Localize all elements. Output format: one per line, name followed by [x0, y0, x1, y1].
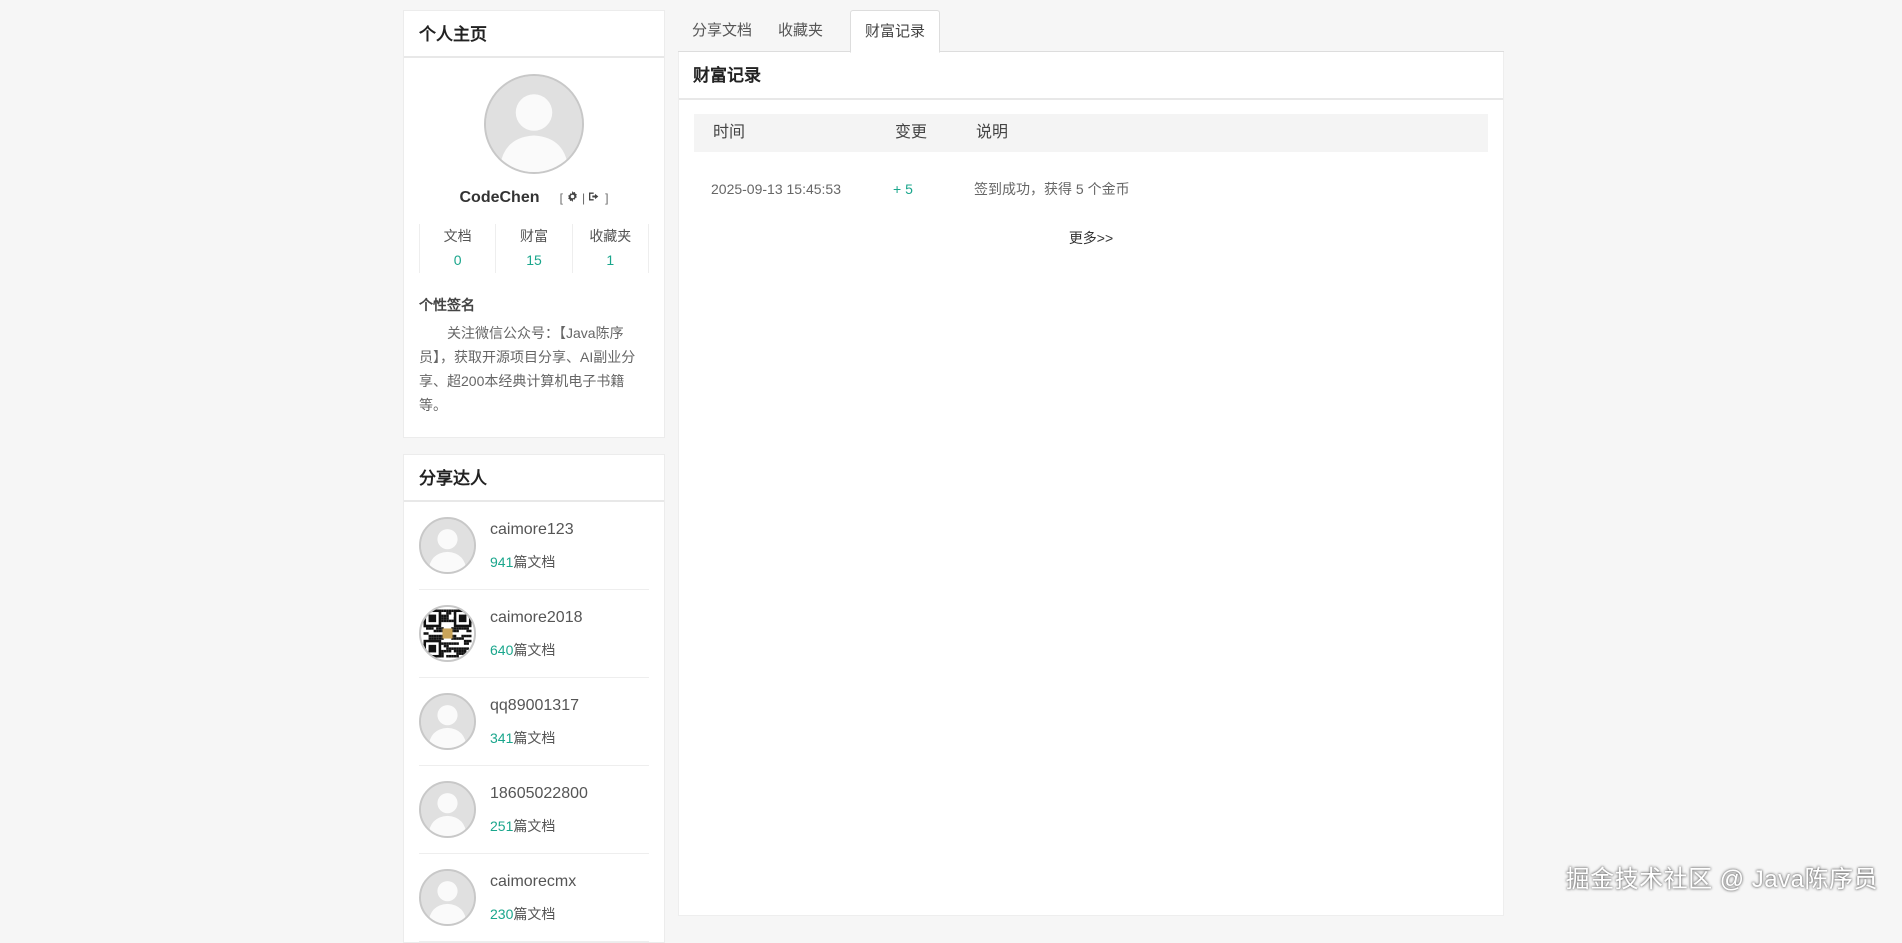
- sharer-count-number: 941: [490, 554, 513, 570]
- sharer-avatar[interactable]: [419, 781, 476, 838]
- sharer-avatar[interactable]: [419, 869, 476, 926]
- sharer-info: caimore2018 640篇文档: [490, 608, 583, 660]
- stat-value: 1: [573, 251, 648, 269]
- sharer-doc-count: 640篇文档: [490, 640, 583, 660]
- name-row: CodeChen [ | ]: [419, 188, 649, 208]
- gear-icon[interactable]: [567, 188, 578, 208]
- sharers-panel: 分享达人 caimore123941篇文档caimore2018640篇文档qq…: [403, 454, 665, 943]
- tab-bar: 分享文档 收藏夹 财富记录: [678, 10, 1504, 52]
- sharer-count-unit: 篇文档: [513, 906, 555, 922]
- column-header-time: 时间: [713, 114, 745, 152]
- stat-wealth[interactable]: 财富 15: [496, 224, 572, 273]
- sharer-info: caimore123 941篇文档: [490, 520, 574, 572]
- sharer-count-number: 640: [490, 642, 513, 658]
- stat-value: 0: [420, 251, 495, 269]
- profile-panel-title: 个人主页: [404, 11, 664, 58]
- profile-panel: 个人主页 CodeChen [ | ] 文档 0: [403, 10, 665, 438]
- table-header: 时间 变更 说明: [694, 114, 1488, 152]
- stat-label: 财富: [496, 227, 571, 245]
- stat-value: 15: [496, 251, 571, 269]
- sharer-count-unit: 篇文档: [513, 730, 555, 746]
- sharer-name[interactable]: caimore2018: [490, 608, 583, 628]
- default-avatar-icon: [486, 76, 582, 172]
- sharer-avatar[interactable]: [419, 693, 476, 750]
- column-header-change: 变更: [895, 114, 927, 152]
- sharer-count-unit: 篇文档: [513, 818, 555, 834]
- stat-label: 收藏夹: [573, 227, 648, 245]
- sign-out-icon[interactable]: [589, 188, 601, 208]
- sharer-count-number: 230: [490, 906, 513, 922]
- more-link[interactable]: 更多>>: [679, 228, 1503, 248]
- sharer-name[interactable]: qq89001317: [490, 696, 579, 716]
- sharer-list: caimore123941篇文档caimore2018640篇文档qq89001…: [404, 502, 664, 942]
- signature-title: 个性签名: [419, 295, 649, 315]
- left-column: 个人主页 CodeChen [ | ] 文档 0: [403, 10, 665, 943]
- list-item[interactable]: caimorecmx 230篇文档: [419, 854, 649, 942]
- sharer-count-unit: 篇文档: [513, 642, 555, 658]
- sharer-doc-count: 230篇文档: [490, 904, 576, 924]
- sharer-avatar[interactable]: [419, 517, 476, 574]
- username[interactable]: CodeChen: [460, 189, 540, 206]
- sharer-info: qq89001317 341篇文档: [490, 696, 579, 748]
- stat-label: 文档: [420, 227, 495, 245]
- column-header-description: 说明: [976, 114, 1008, 152]
- sharer-doc-count: 341篇文档: [490, 728, 579, 748]
- signature-text: 关注微信公众号：【Java陈序员】，获取开源项目分享、AI副业分享、超200本经…: [419, 321, 649, 417]
- sharer-count-number: 251: [490, 818, 513, 834]
- stat-favorites[interactable]: 收藏夹 1: [573, 224, 648, 273]
- sharer-name[interactable]: caimore123: [490, 520, 574, 540]
- records-title: 财富记录: [679, 52, 1503, 100]
- record-change: + 5: [893, 152, 913, 226]
- wealth-records-panel: 财富记录 时间 变更 说明 2025-09-13 15:45:53 + 5 签到…: [678, 52, 1504, 916]
- list-item[interactable]: caimore123 941篇文档: [419, 502, 649, 590]
- tab-favorites[interactable]: 收藏夹: [764, 10, 837, 53]
- sharer-count-number: 341: [490, 730, 513, 746]
- tab-wealth-records[interactable]: 财富记录: [850, 10, 940, 53]
- records-table: 时间 变更 说明 2025-09-13 15:45:53 + 5 签到成功，获得…: [694, 114, 1488, 226]
- tab-shared-docs[interactable]: 分享文档: [678, 10, 766, 53]
- stat-documents[interactable]: 文档 0: [420, 224, 496, 273]
- sharer-count-unit: 篇文档: [513, 554, 555, 570]
- sharer-doc-count: 941篇文档: [490, 552, 574, 572]
- user-avatar[interactable]: [484, 74, 584, 174]
- table-row: 2025-09-13 15:45:53 + 5 签到成功，获得 5 个金币: [694, 152, 1488, 226]
- profile-actions: [ | ]: [560, 188, 609, 208]
- sharer-name[interactable]: caimorecmx: [490, 872, 576, 892]
- list-item[interactable]: 18605022800 251篇文档: [419, 766, 649, 854]
- list-item[interactable]: caimore2018 640篇文档: [419, 590, 649, 678]
- sharer-info: 18605022800 251篇文档: [490, 784, 588, 836]
- main-content: 分享文档 收藏夹 财富记录 财富记录 时间 变更 说明 2025-09-13 1…: [678, 10, 1504, 916]
- watermark: 掘金技术社区 @ Java陈序员: [1566, 859, 1878, 894]
- record-time: 2025-09-13 15:45:53: [711, 152, 841, 226]
- list-item[interactable]: qq89001317 341篇文档: [419, 678, 649, 766]
- record-description: 签到成功，获得 5 个金币: [974, 152, 1130, 226]
- sharers-panel-title: 分享达人: [404, 455, 664, 502]
- sharer-avatar[interactable]: [419, 605, 476, 662]
- profile-stats: 文档 0 财富 15 收藏夹 1: [419, 224, 649, 273]
- sharer-name[interactable]: 18605022800: [490, 784, 588, 804]
- sharer-doc-count: 251篇文档: [490, 816, 588, 836]
